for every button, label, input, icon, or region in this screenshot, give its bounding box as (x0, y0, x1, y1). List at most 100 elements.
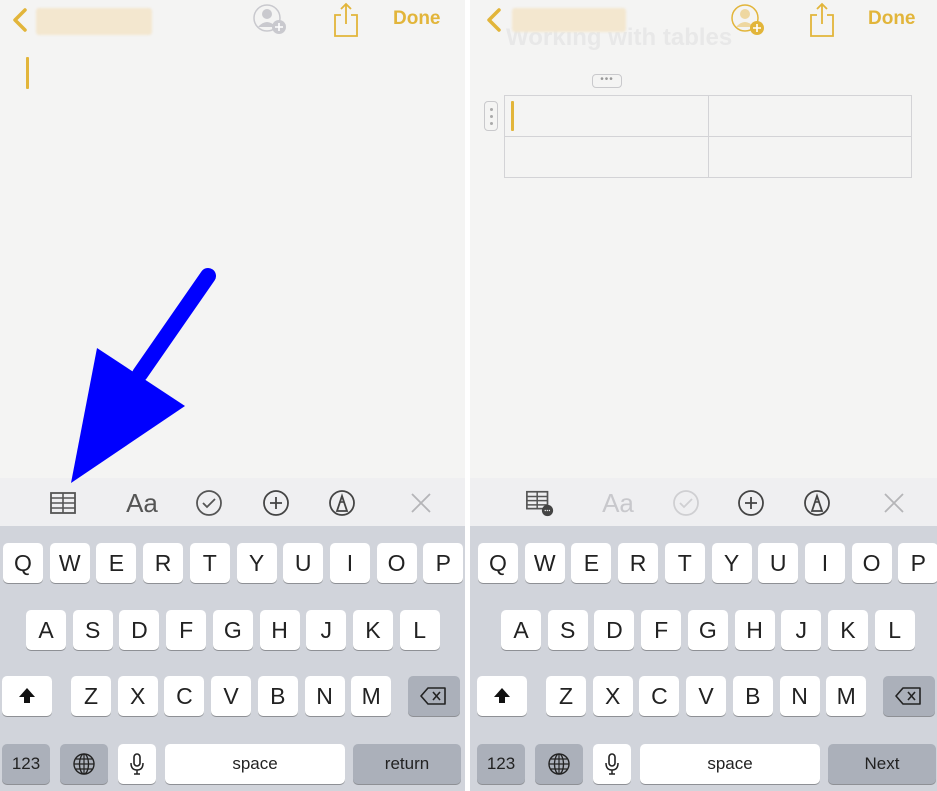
key-e[interactable]: E (96, 543, 137, 583)
key-f[interactable]: F (166, 610, 207, 650)
key-w[interactable]: W (524, 543, 565, 583)
key-t[interactable]: T (189, 543, 230, 583)
key-b[interactable]: B (732, 676, 773, 716)
key-a[interactable]: A (26, 610, 66, 650)
done-button[interactable]: Done (868, 8, 916, 30)
shift-key[interactable] (477, 676, 527, 716)
table-cell[interactable] (504, 136, 709, 178)
close-icon (884, 493, 904, 513)
key-o[interactable]: O (851, 543, 892, 583)
share-icon[interactable] (808, 2, 836, 38)
key-n[interactable]: N (304, 676, 345, 716)
key-b[interactable]: B (257, 676, 298, 716)
add-button[interactable] (736, 488, 766, 518)
table-row (504, 95, 912, 137)
key-k[interactable]: K (352, 610, 393, 650)
key-k[interactable]: K (827, 610, 868, 650)
shift-key[interactable] (2, 676, 52, 716)
key-h[interactable]: H (734, 610, 775, 650)
dictation-key[interactable] (593, 744, 631, 784)
key-r[interactable]: R (618, 543, 659, 583)
key-t[interactable]: T (664, 543, 705, 583)
back-chevron-icon[interactable] (10, 5, 32, 35)
key-v[interactable]: V (686, 676, 727, 716)
numbers-key[interactable]: 123 (477, 744, 525, 784)
add-people-icon[interactable] (252, 3, 288, 39)
key-g[interactable]: G (212, 610, 253, 650)
key-c[interactable]: C (639, 676, 680, 716)
key-s[interactable]: S (547, 610, 588, 650)
key-n[interactable]: N (779, 676, 820, 716)
table-button[interactable] (48, 488, 78, 518)
done-button[interactable]: Done (393, 8, 441, 30)
markup-button[interactable] (802, 488, 832, 518)
key-h[interactable]: H (259, 610, 300, 650)
key-x[interactable]: X (592, 676, 633, 716)
add-button[interactable] (261, 488, 291, 518)
key-j[interactable]: J (306, 610, 347, 650)
key-z[interactable]: Z (71, 676, 111, 716)
key-d[interactable]: D (594, 610, 635, 650)
back-chevron-icon[interactable] (484, 5, 506, 35)
markup-pen-icon (804, 490, 830, 516)
key-f[interactable]: F (641, 610, 682, 650)
space-key[interactable]: space (165, 744, 345, 784)
checklist-button[interactable] (194, 488, 224, 518)
key-s[interactable]: S (72, 610, 113, 650)
table-cell[interactable] (504, 95, 709, 137)
key-v[interactable]: V (211, 676, 252, 716)
key-o[interactable]: O (376, 543, 417, 583)
format-toolbar: Aa (0, 478, 465, 526)
delete-key[interactable] (883, 676, 935, 716)
return-key[interactable]: return (353, 744, 461, 784)
key-q[interactable]: Q (478, 543, 518, 583)
format-button[interactable]: Aa (122, 488, 162, 518)
key-p[interactable]: P (898, 543, 937, 583)
key-p[interactable]: P (423, 543, 464, 583)
key-g[interactable]: G (687, 610, 728, 650)
globe-key[interactable] (60, 744, 108, 784)
share-icon[interactable] (332, 2, 360, 38)
keyboard: Q W E R T Y U I O P A S D F G H J K L Z X C V B N M 123 space return (0, 526, 465, 791)
key-w[interactable]: W (49, 543, 90, 583)
key-y[interactable]: Y (711, 543, 752, 583)
numbers-key[interactable]: 123 (2, 744, 50, 784)
column-handle[interactable]: ••• (592, 74, 622, 88)
row-handle[interactable] (484, 101, 498, 131)
blurred-back-title (512, 8, 626, 32)
key-a[interactable]: A (501, 610, 541, 650)
key-q[interactable]: Q (3, 543, 43, 583)
left-screen: Done Aa Q W E R T Y U I O P A S D F G H J K L Z X C V B N M 123 spa… (0, 0, 465, 791)
table-cell[interactable] (707, 136, 912, 178)
key-y[interactable]: Y (236, 543, 277, 583)
key-z[interactable]: Z (546, 676, 586, 716)
next-key[interactable]: Next (828, 744, 936, 784)
key-m[interactable]: M (351, 676, 392, 716)
markup-button[interactable] (327, 488, 357, 518)
dictation-key[interactable] (118, 744, 156, 784)
delete-icon (895, 687, 921, 705)
key-l[interactable]: L (874, 610, 915, 650)
add-people-icon[interactable] (730, 3, 766, 39)
globe-icon (548, 753, 570, 775)
globe-key[interactable] (535, 744, 583, 784)
table-options-button[interactable] (525, 488, 555, 518)
close-toolbar-button[interactable] (879, 488, 909, 518)
key-d[interactable]: D (119, 610, 160, 650)
key-l[interactable]: L (399, 610, 440, 650)
table-cell[interactable] (707, 95, 912, 137)
key-c[interactable]: C (164, 676, 205, 716)
key-i[interactable]: I (804, 543, 845, 583)
delete-key[interactable] (408, 676, 460, 716)
key-u[interactable]: U (283, 543, 324, 583)
key-m[interactable]: M (826, 676, 867, 716)
key-u[interactable]: U (758, 543, 799, 583)
key-e[interactable]: E (571, 543, 612, 583)
space-key[interactable]: space (640, 744, 820, 784)
close-toolbar-button[interactable] (406, 488, 436, 518)
markup-pen-icon (329, 490, 355, 516)
key-r[interactable]: R (143, 543, 184, 583)
key-i[interactable]: I (329, 543, 370, 583)
key-x[interactable]: X (117, 676, 158, 716)
key-j[interactable]: J (781, 610, 822, 650)
